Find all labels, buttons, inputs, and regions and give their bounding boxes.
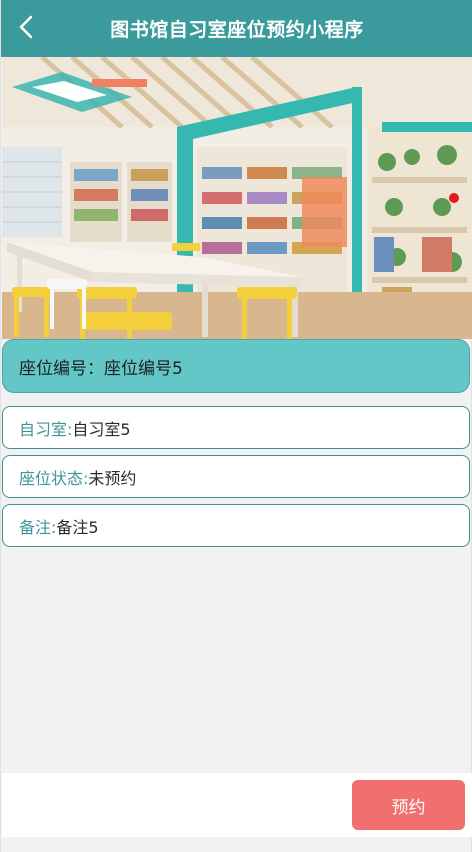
seat-status-field: 座位状态: 未预约 [2, 455, 470, 498]
study-room-value: 自习室5 [72, 419, 131, 439]
remark-label: 备注: [19, 517, 57, 537]
chevron-left-icon [19, 15, 33, 39]
remark-value: 备注5 [56, 517, 99, 537]
app-frame: 图书馆自习室座位预约小程序 座位编号： 座位编号5 自习室: 自习室5 座位状态… [0, 0, 472, 852]
seat-number-value: 座位编号5 [104, 358, 183, 379]
library-hero-image [2, 57, 472, 339]
study-room-label: 自习室: [19, 419, 73, 439]
bottom-action-bar: 预约 [2, 773, 472, 837]
seat-status-label: 座位状态: [19, 468, 89, 488]
seat-number-label: 座位编号： [19, 358, 104, 379]
app-header: 图书馆自习室座位预约小程序 [1, 0, 472, 57]
reserve-button[interactable]: 预约 [352, 780, 465, 830]
page-title: 图书馆自习室座位预约小程序 [110, 19, 364, 41]
remark-field: 备注: 备注5 [2, 504, 470, 547]
back-button[interactable] [13, 13, 41, 41]
study-room-field: 自习室: 自习室5 [2, 406, 470, 449]
seat-status-value: 未预约 [88, 468, 137, 488]
seat-number-card: 座位编号： 座位编号5 [2, 339, 470, 393]
